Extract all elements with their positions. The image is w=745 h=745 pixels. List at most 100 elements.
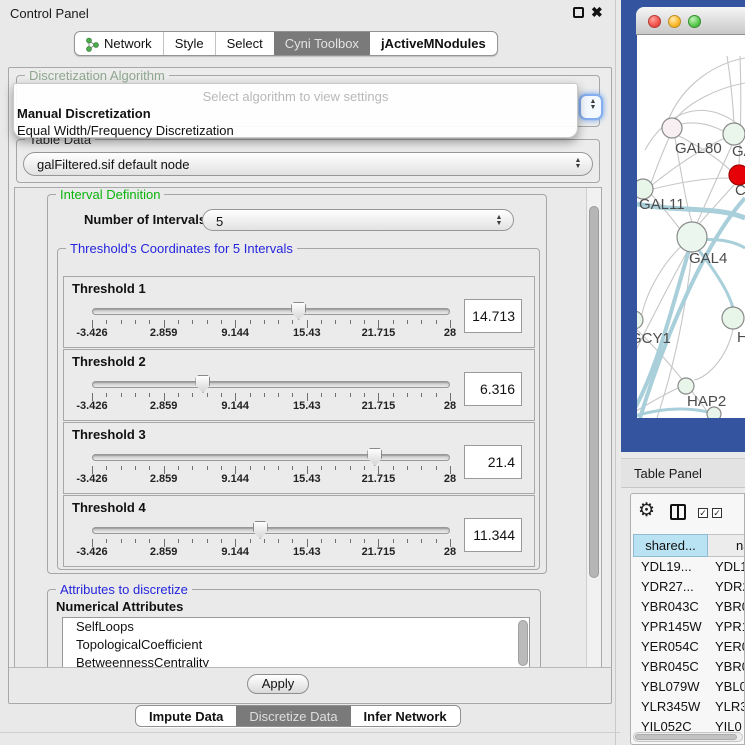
cell-name: YLR3 <box>708 697 745 717</box>
tick-label: -3.426 <box>76 327 107 339</box>
dropdown-placeholder-item[interactable]: Select algorithm to view settings <box>14 89 577 104</box>
threshold-3-slider-handle[interactable] <box>367 448 382 466</box>
table-data-combobox[interactable]: galFiltered.sif default node ▲▼ <box>23 152 593 176</box>
numerical-attributes-list[interactable]: SelfLoopsTopologicalCoefficientBetweenne… <box>62 617 530 668</box>
tick-label: 2.859 <box>150 473 178 485</box>
tick-label: -3.426 <box>76 400 107 412</box>
tab-discretize-data[interactable]: Discretize Data <box>236 706 350 726</box>
threshold-2-panel: Threshold 2 -3.4262.8599.14415.4321.7152… <box>63 349 535 421</box>
tick-label: 21.715 <box>362 400 396 412</box>
tab-jactivemnodules[interactable]: jActiveMNodules <box>370 32 497 55</box>
table-row[interactable]: YER054CYER0 <box>633 637 745 657</box>
window-controls <box>648 15 701 28</box>
thresholds-group: Threshold's Coordinates for 5 Intervals … <box>57 248 540 570</box>
network-window-titlebar[interactable] <box>636 7 745 35</box>
cell-shared-name: YDR27... <box>633 577 708 597</box>
dropdown-item-equal-width-frequency[interactable]: Equal Width/Frequency Discretization <box>17 123 577 138</box>
network-node[interactable] <box>677 222 707 252</box>
network-node[interactable] <box>707 407 721 418</box>
tab-network[interactable]: Network <box>75 32 163 55</box>
algorithm-combobox[interactable]: ▲▼ <box>579 94 603 120</box>
tick-label: 21.715 <box>362 473 396 485</box>
number-of-intervals-combobox[interactable]: 5 ▲▼ <box>202 209 514 231</box>
vertical-scrollbar[interactable] <box>586 188 601 667</box>
network-node-label: HAP2 <box>687 393 726 410</box>
tick-label: 15.43 <box>293 473 321 485</box>
gear-icon[interactable]: ⚙ <box>638 501 655 520</box>
cell-name: YBR0 <box>708 597 745 617</box>
network-icon <box>86 37 99 52</box>
threshold-3-label: Threshold 3 <box>72 427 146 442</box>
table-row[interactable]: YDR27...YDR2 <box>633 577 745 597</box>
network-node-label: GAL4 <box>689 250 727 267</box>
table-row[interactable]: YBL079WYBL0 <box>633 677 745 697</box>
attributes-group: Attributes to discretize Numerical Attri… <box>47 589 541 668</box>
cell-shared-name: YDL19... <box>633 557 708 577</box>
minimize-traffic-light-icon[interactable] <box>668 15 681 28</box>
tab-cyni-toolbox[interactable]: Cyni Toolbox <box>274 32 370 55</box>
cell-name: YDR2 <box>708 577 745 597</box>
checkbox-icon[interactable]: ✓ <box>698 508 708 518</box>
tab-style[interactable]: Style <box>163 32 215 55</box>
network-node[interactable] <box>662 118 682 138</box>
checkbox-icon[interactable]: ✓ <box>712 508 722 518</box>
table-panel-header: Table Panel <box>621 458 745 488</box>
tick-label: 9.144 <box>221 327 249 339</box>
tick-label: 28 <box>444 473 456 485</box>
divider <box>0 732 620 733</box>
threshold-2-slider-handle[interactable] <box>195 375 210 393</box>
network-node-label: GAL11 <box>639 196 685 213</box>
close-icon[interactable]: ✖ <box>591 4 603 21</box>
table-row[interactable]: YBR043CYBR0 <box>633 597 745 617</box>
threshold-2-slider-track[interactable] <box>92 381 450 388</box>
zoom-traffic-light-icon[interactable] <box>688 15 701 28</box>
threshold-3-slider-track[interactable] <box>92 454 450 461</box>
tick-label: 28 <box>444 400 456 412</box>
column-header-shared-name[interactable]: shared... <box>633 534 708 557</box>
split-view-icon[interactable] <box>670 504 686 520</box>
network-node[interactable] <box>722 307 744 329</box>
threshold-1-slider-handle[interactable] <box>291 302 306 320</box>
network-node[interactable] <box>723 123 745 145</box>
threshold-4-value-field[interactable]: 11.344 <box>464 518 522 552</box>
control-panel-window: Control Panel ✖ Network Style Select Cyn… <box>0 0 620 745</box>
network-node-label: C <box>735 182 745 199</box>
threshold-4-slider-handle[interactable] <box>253 521 268 539</box>
column-header-name[interactable]: name <box>708 534 745 557</box>
settings-scrollpane: Interval Definition Number of Intervals … <box>14 187 602 668</box>
tab-select[interactable]: Select <box>215 32 274 55</box>
network-canvas[interactable]: GAL80GACGAL11GAL4GCY1HHAP2 <box>637 35 745 418</box>
scrollbar-thumb[interactable] <box>635 734 737 740</box>
tick-label: 21.715 <box>362 546 396 558</box>
tick-label: -3.426 <box>76 473 107 485</box>
threshold-1-slider-track[interactable] <box>92 308 450 315</box>
tick-label: 15.43 <box>293 546 321 558</box>
tick-label: 28 <box>444 327 456 339</box>
table-row[interactable]: YBR045CYBR0 <box>633 657 745 677</box>
dropdown-item-manual-discretization[interactable]: Manual Discretization <box>17 106 577 121</box>
tab-infer-network[interactable]: Infer Network <box>351 706 460 726</box>
network-node-label: GCY1 <box>637 330 671 347</box>
threshold-4-slider-track[interactable] <box>92 527 450 534</box>
attribute-list-item[interactable]: SelfLoops <box>63 618 529 636</box>
numerical-attributes-label: Numerical Attributes <box>56 599 183 614</box>
cyni-bottom-tabbar: Impute Data Discretize Data Infer Networ… <box>135 705 461 727</box>
threshold-2-value-field[interactable]: 6.316 <box>464 372 522 406</box>
tab-impute-data[interactable]: Impute Data <box>136 706 236 726</box>
network-node[interactable] <box>678 378 694 394</box>
horizontal-scrollbar[interactable] <box>633 732 743 742</box>
list-scrollbar[interactable] <box>518 620 528 666</box>
threshold-1-value-field[interactable]: 14.713 <box>464 299 522 333</box>
table-row[interactable]: YDL19...YDL1 <box>633 557 745 577</box>
close-traffic-light-icon[interactable] <box>648 15 661 28</box>
attribute-list-item[interactable]: TopologicalCoefficient <box>63 636 529 654</box>
float-window-icon[interactable] <box>573 7 584 18</box>
apply-button[interactable]: Apply <box>247 674 309 694</box>
scrollbar-thumb[interactable] <box>589 206 599 578</box>
combo-arrows-icon: ▲▼ <box>495 215 503 227</box>
tick-label: 2.859 <box>150 400 178 412</box>
table-row[interactable]: YLR345WYLR3 <box>633 697 745 717</box>
attribute-list-item[interactable]: BetweennessCentrality <box>63 654 529 668</box>
table-row[interactable]: YPR145WYPR1 <box>633 617 745 637</box>
threshold-3-value-field[interactable]: 21.4 <box>464 445 522 479</box>
